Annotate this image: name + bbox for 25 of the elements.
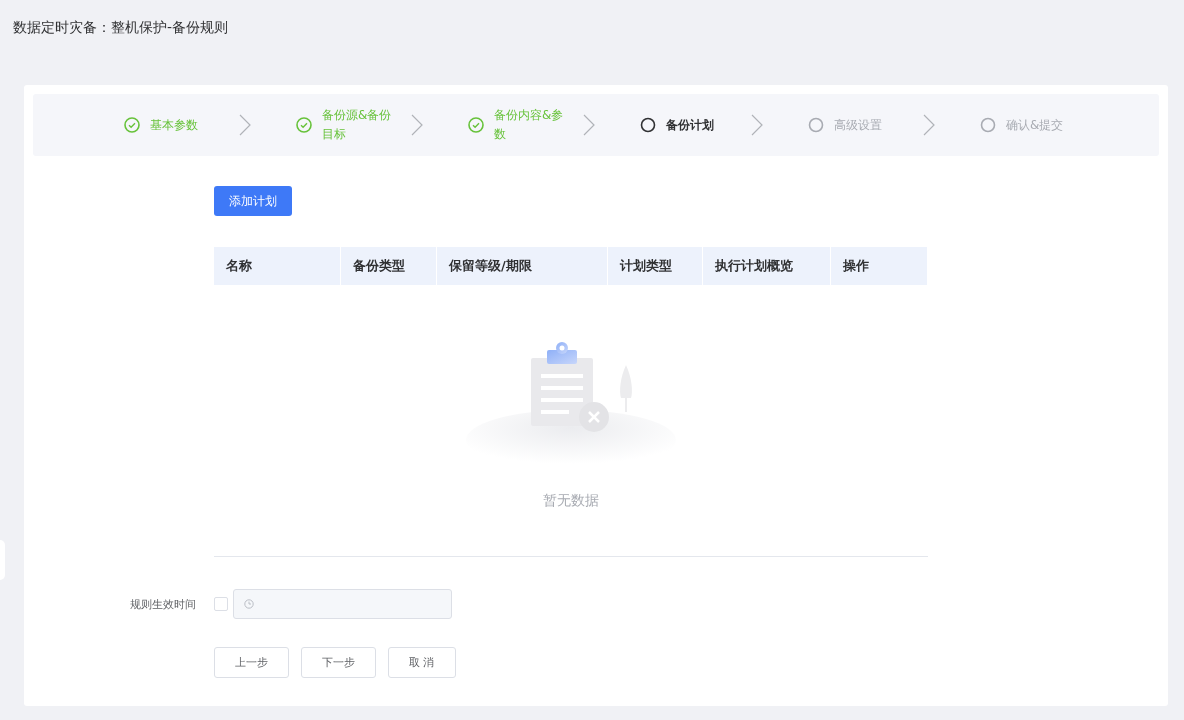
column-header: 执行计划概览 [703, 247, 831, 285]
chevron-right-icon [239, 114, 251, 136]
step-label: 备份源&备份目标 [322, 107, 393, 143]
clock-icon [244, 599, 254, 609]
page-title: 数据定时灾备：整机保护-备份规则 [13, 19, 229, 37]
chevron-right-icon [751, 114, 763, 136]
column-header: 名称 [214, 247, 341, 285]
column-header: 保留等级/期限 [437, 247, 608, 285]
step-button[interactable]: 下一步 [301, 647, 376, 678]
step-button[interactable]: 取 消 [388, 647, 456, 678]
column-header: 备份类型 [341, 247, 437, 285]
step-button[interactable]: 上一步 [214, 647, 289, 678]
empty-message: 暂无数据 [543, 492, 599, 510]
chevron-right-icon [923, 114, 935, 136]
step-label: 备份内容&参数 [494, 107, 565, 143]
step-label: 高级设置 [834, 116, 883, 134]
rule-time-label: 规则生效时间 [129, 596, 196, 612]
column-header: 计划类型 [608, 247, 703, 285]
chevron-right-icon [411, 114, 423, 136]
step-label: 备份计划 [666, 116, 715, 134]
step-label: 确认&提交 [1006, 116, 1065, 134]
add-plan-button[interactable]: 添加计划 [214, 186, 292, 216]
chevron-right-icon [583, 114, 595, 136]
column-header: 操作 [831, 247, 928, 285]
step-label: 基本参数 [150, 116, 199, 134]
